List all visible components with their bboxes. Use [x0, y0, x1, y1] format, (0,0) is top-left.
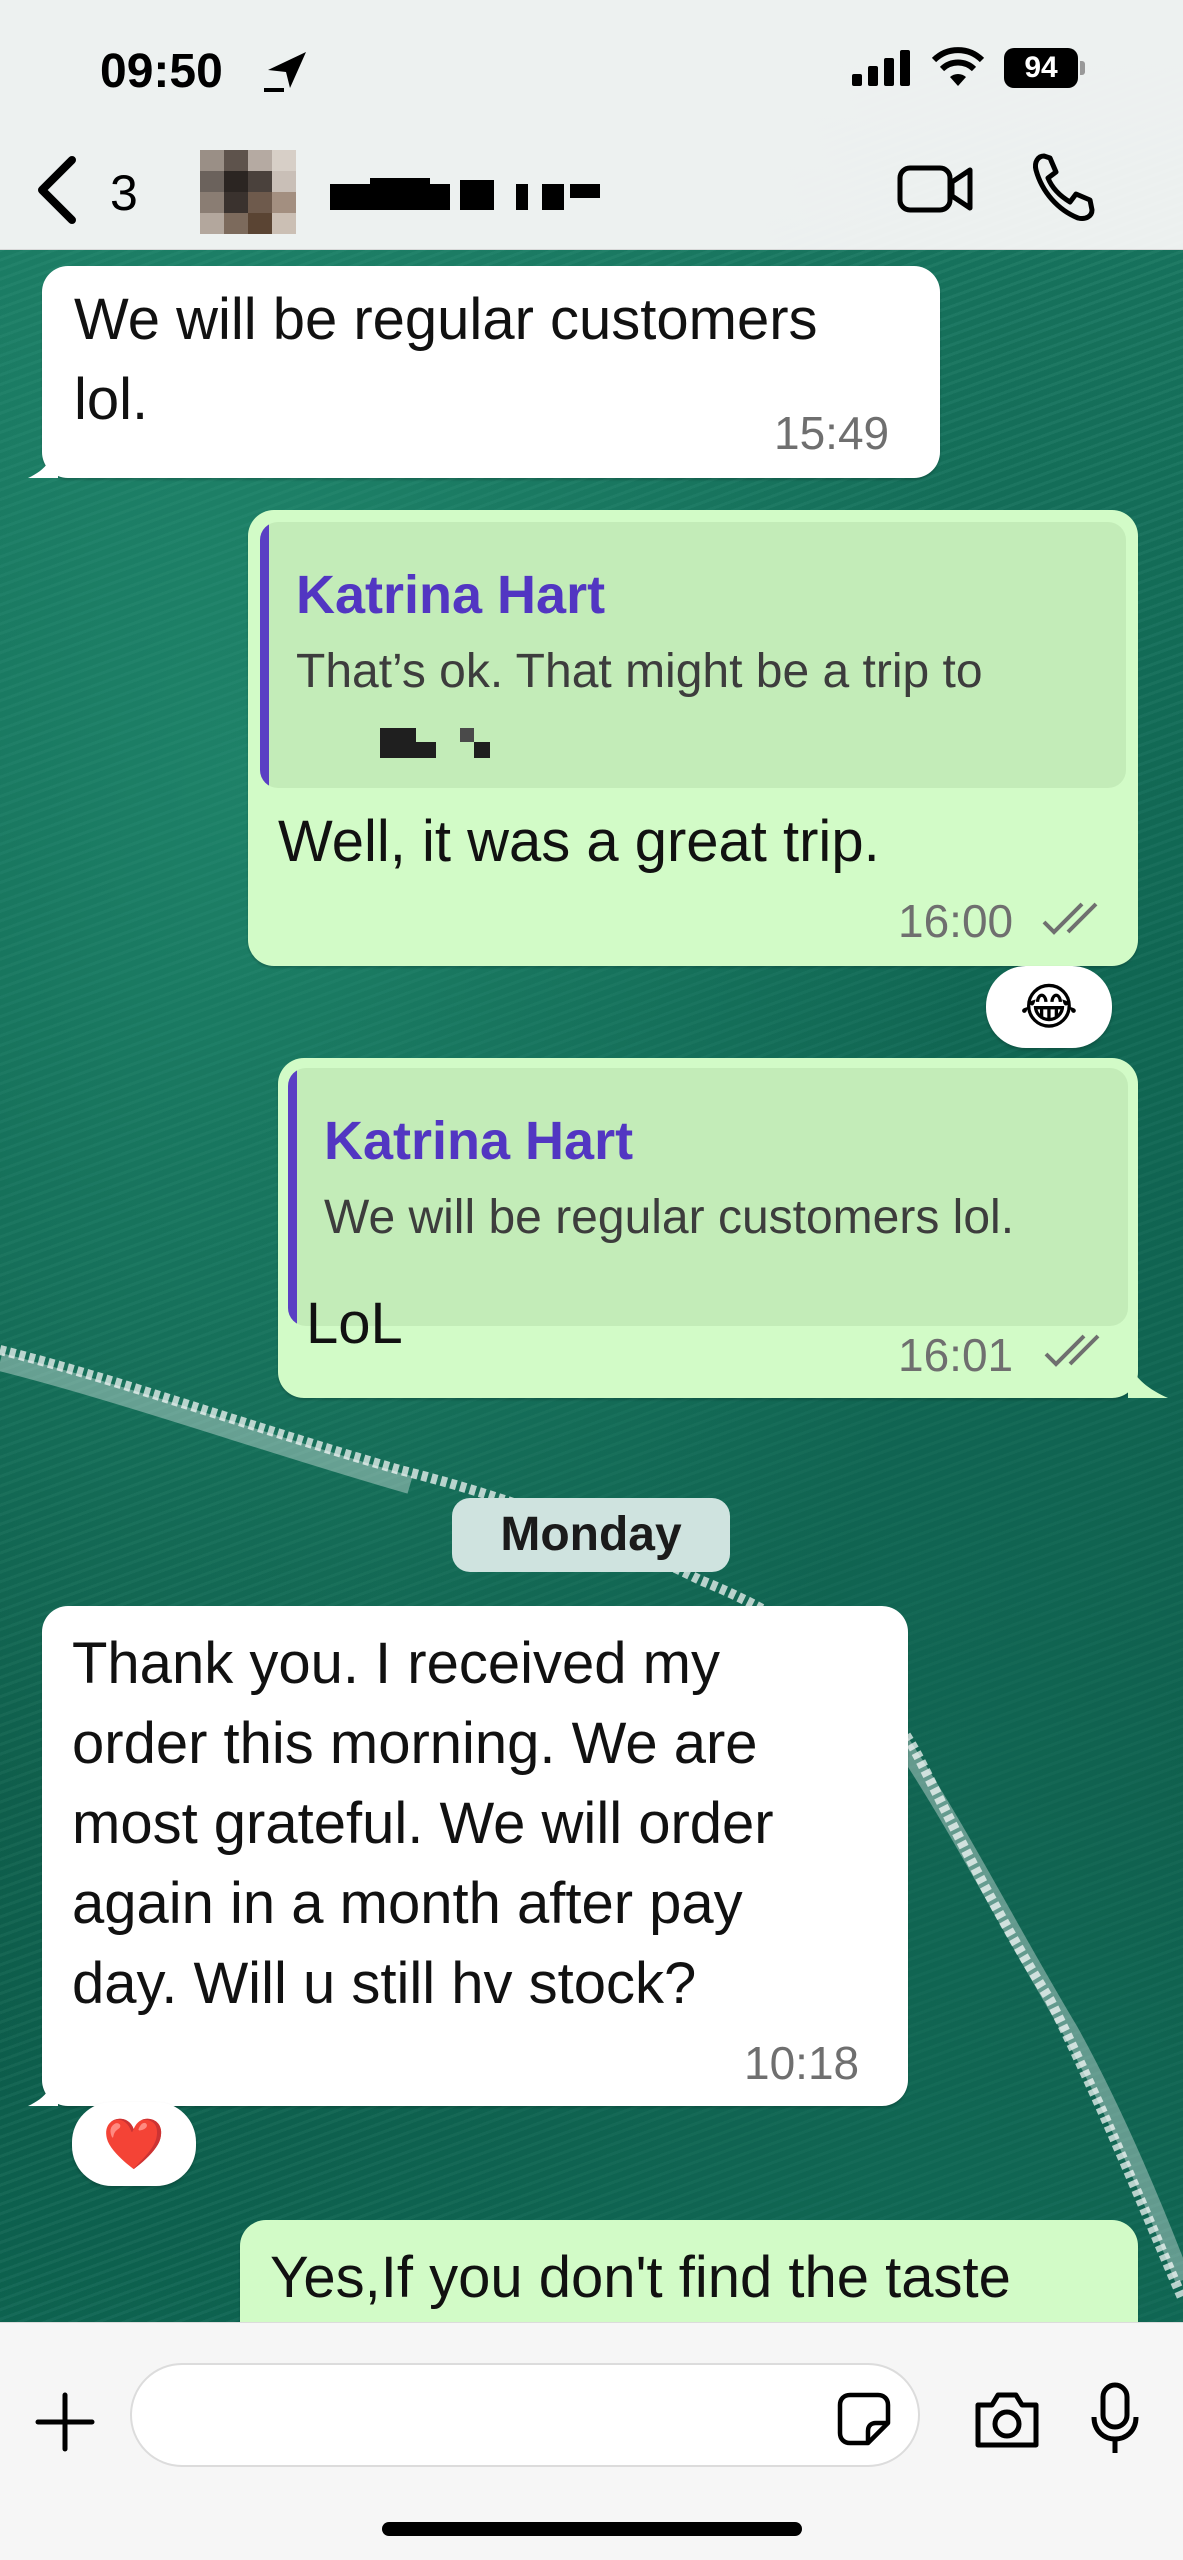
message-time: 16:01: [898, 1329, 1014, 1381]
contact-name-redacted[interactable]: [330, 176, 610, 216]
message-text-line: most grateful. We will order: [72, 1791, 774, 1856]
quote-accent-bar: [288, 1068, 297, 1326]
quoted-reply[interactable]: Katrina Hart That’s ok. That might be a …: [260, 522, 1126, 788]
phone-icon[interactable]: [1030, 150, 1096, 224]
message-text: LoL: [306, 1291, 403, 1356]
battery-level: 94: [1004, 48, 1078, 88]
bubble-tail: [1128, 1358, 1168, 1398]
bubble-tail: [28, 2066, 58, 2106]
battery-indicator: 94: [1004, 48, 1085, 88]
message-text-line: again in a month after pay: [72, 1871, 743, 1936]
read-receipt-icon: [1042, 902, 1098, 935]
message-text-line: lol.: [74, 367, 149, 432]
quote-author: Katrina Hart: [324, 1111, 634, 1171]
message-text-line: Thank you. I received my: [72, 1631, 720, 1696]
read-receipt-icon: [1044, 1334, 1100, 1367]
message-text-line: We will be regular customers: [74, 287, 818, 352]
cellular-signal-icon: [852, 50, 910, 86]
plus-icon[interactable]: [34, 2391, 96, 2453]
message-reaction[interactable]: 😂: [986, 966, 1112, 1048]
wifi-icon: [931, 47, 985, 86]
chevron-left-icon: [38, 156, 76, 224]
message-time: 16:00: [898, 895, 1014, 947]
incoming-message[interactable]: Thank you. I received my order this morn…: [42, 1606, 908, 2106]
back-button[interactable]: 3: [32, 150, 152, 230]
incoming-message[interactable]: We will be regular customers lol. 15:49: [42, 266, 940, 478]
quote-accent-bar: [260, 522, 269, 788]
message-reaction[interactable]: ❤️: [72, 2102, 196, 2186]
day-separator: Monday: [452, 1498, 730, 1572]
message-text: Well, it was a great trip.: [278, 809, 880, 874]
contact-avatar[interactable]: [200, 150, 296, 234]
sticker-icon[interactable]: [836, 2391, 892, 2447]
message-time: 10:18: [744, 2037, 860, 2089]
message-text: Yes,If you don't find the taste: [270, 2245, 1011, 2310]
message-input[interactable]: [130, 2363, 920, 2467]
message-text-line: order this morning. We are: [72, 1711, 758, 1776]
reaction-emoji: 😂: [1019, 979, 1079, 1035]
quote-author: Katrina Hart: [296, 565, 606, 625]
message-time: 15:49: [774, 407, 890, 459]
camera-icon[interactable]: [972, 2387, 1042, 2451]
video-camera-icon[interactable]: [896, 152, 974, 224]
microphone-icon[interactable]: [1090, 2381, 1140, 2457]
outgoing-message[interactable]: Katrina Hart We will be regular customer…: [278, 1058, 1138, 1398]
bubble-tail: [28, 438, 58, 478]
quote-text: We will be regular customers lol.: [324, 1191, 1015, 1244]
home-indicator[interactable]: [382, 2522, 802, 2536]
status-time: 09:50: [100, 45, 223, 98]
quote-text: That’s ok. That might be a trip to: [296, 645, 983, 698]
unread-count: 3: [110, 165, 138, 221]
location-arrow-icon: [264, 52, 306, 92]
reaction-emoji: ❤️: [102, 2116, 166, 2172]
outgoing-message[interactable]: Katrina Hart That’s ok. That might be a …: [248, 510, 1138, 966]
chat-header: 09:50 94 3: [0, 0, 1183, 250]
message-text-line: day. Will u still hv stock?: [72, 1951, 697, 2016]
redacted-text: [380, 728, 490, 758]
quoted-reply[interactable]: Katrina Hart We will be regular customer…: [288, 1068, 1128, 1326]
battery-tip: [1080, 61, 1085, 75]
